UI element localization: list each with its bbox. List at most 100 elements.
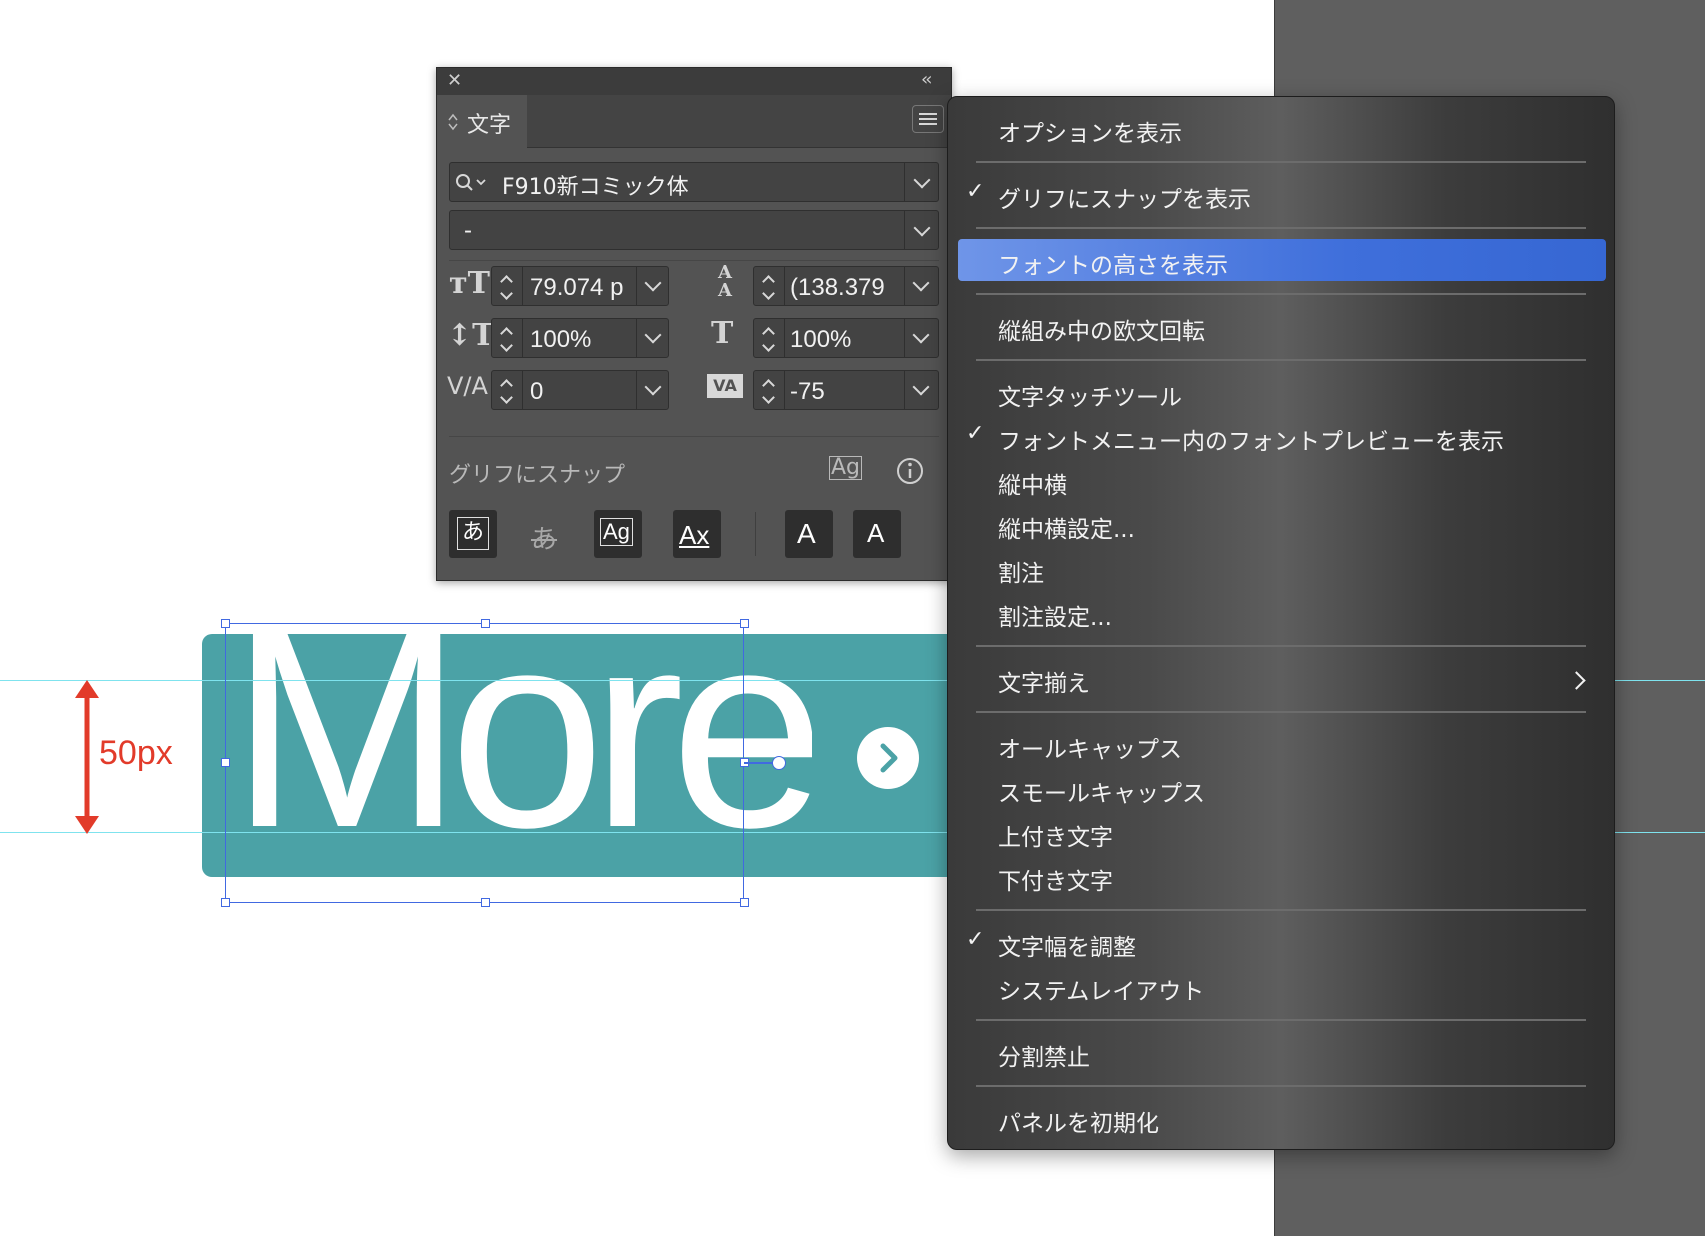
menu-item-warichu-settings[interactable]: 割注設定...: [998, 598, 1112, 632]
font-size-value[interactable]: 79.074 p: [530, 274, 634, 302]
spin-down-icon[interactable]: [500, 339, 513, 352]
chevron-down-icon[interactable]: [644, 378, 662, 396]
tracking-icon: VA: [707, 374, 743, 398]
snap-em-box-label: あ: [531, 525, 558, 555]
chevron-down-icon[interactable]: [912, 274, 930, 292]
checkmark-icon: ✓: [966, 179, 985, 204]
tab-label: 文字: [467, 113, 512, 138]
font-style-field[interactable]: -: [449, 210, 939, 250]
divider: [522, 371, 523, 409]
snap-x-height-button[interactable]: Ax: [673, 510, 721, 558]
menu-item-no-break[interactable]: 分割禁止: [998, 1038, 1090, 1072]
spin-up-icon[interactable]: [500, 379, 513, 392]
horizontal-scale-field[interactable]: 100%: [753, 318, 939, 358]
divider: [522, 319, 523, 357]
menu-item-show-font-height[interactable]: フォントの高さを表示: [998, 246, 1228, 280]
font-family-field[interactable]: F910新コミック体: [449, 162, 939, 202]
chevron-down-icon[interactable]: [912, 378, 930, 396]
menu-item-align[interactable]: 文字揃え: [998, 664, 1090, 698]
selection-handle[interactable]: [481, 619, 490, 628]
vertical-scale-field[interactable]: 100%: [491, 318, 669, 358]
snap-x-height-label: Ax: [679, 520, 710, 550]
selection-handle[interactable]: [221, 758, 230, 767]
divider: [755, 512, 756, 556]
font-size-field[interactable]: 79.074 p: [491, 266, 669, 306]
menu-item-subscript[interactable]: 下付き文字: [998, 862, 1113, 896]
info-icon[interactable]: [895, 456, 925, 486]
divider: [904, 211, 905, 249]
panel-tabbar: 文字: [437, 95, 951, 148]
selection-handle[interactable]: [481, 898, 490, 907]
close-icon[interactable]: ✕: [447, 70, 462, 91]
divider: [784, 267, 785, 305]
selection-handle[interactable]: [221, 619, 230, 628]
menu-separator: [976, 359, 1586, 361]
tracking-field[interactable]: -75: [753, 370, 939, 410]
snap-anchor-button[interactable]: A: [853, 510, 901, 558]
checkmark-icon: ✓: [966, 421, 985, 446]
chevron-down-icon[interactable]: [644, 274, 662, 292]
dimension-label: 50px: [99, 734, 173, 772]
divider: [904, 371, 905, 409]
spin-down-icon[interactable]: [500, 287, 513, 300]
menu-item-rotate-roman[interactable]: 縦組み中の欧文回転: [998, 312, 1205, 346]
selection-handle[interactable]: [740, 898, 749, 907]
menu-item-all-caps[interactable]: オールキャップス: [998, 730, 1182, 764]
chevron-down-icon[interactable]: [912, 326, 930, 344]
spin-up-icon[interactable]: [500, 275, 513, 288]
search-icon: [456, 174, 486, 191]
menu-item-system-layout[interactable]: システムレイアウト: [998, 972, 1204, 1006]
kerning-value[interactable]: 0: [530, 378, 634, 406]
selection-box[interactable]: [225, 623, 744, 903]
rotation-handle[interactable]: [772, 756, 786, 770]
selection-handle[interactable]: [740, 619, 749, 628]
snap-glyph-bounds-button[interactable]: Ag: [594, 510, 642, 558]
kerning-field[interactable]: 0: [491, 370, 669, 410]
spin-down-icon[interactable]: [762, 391, 775, 404]
menu-separator: [976, 1085, 1586, 1087]
spin-up-icon[interactable]: [762, 327, 775, 340]
menu-item-adjust-width[interactable]: 文字幅を調整: [998, 928, 1136, 962]
menu-item-tate-chu-yoko[interactable]: 縦中横: [998, 466, 1067, 500]
spin-up-icon[interactable]: [762, 379, 775, 392]
leading-icon: AA: [718, 262, 732, 301]
collapse-icon[interactable]: ‹‹: [921, 69, 933, 90]
snap-baseline-button[interactable]: あ: [449, 510, 497, 558]
menu-item-snap-to-glyph[interactable]: グリフにスナップを表示: [998, 180, 1251, 214]
panel-menu-button[interactable]: [912, 105, 944, 133]
horizontal-scale-value[interactable]: 100%: [790, 326, 900, 354]
spin-up-icon[interactable]: [500, 327, 513, 340]
menu-item-reset-panel[interactable]: パネルを初期化: [998, 1104, 1159, 1138]
divider: [904, 319, 905, 357]
tab-character[interactable]: 文字: [437, 95, 527, 148]
leading-field[interactable]: (138.379: [753, 266, 939, 306]
menu-item-warichu[interactable]: 割注: [998, 554, 1044, 588]
menu-item-small-caps[interactable]: スモールキャップス: [998, 774, 1205, 808]
menu-item-font-preview[interactable]: フォントメニュー内のフォントプレビューを表示: [998, 422, 1504, 456]
tracking-value[interactable]: -75: [790, 378, 900, 406]
menu-separator: [976, 161, 1586, 163]
stage: More 50px ✕ ‹‹ 文字 F910新コミック体 - ᴛT 79.074…: [0, 0, 1705, 1236]
spin-down-icon[interactable]: [500, 391, 513, 404]
panel-titlebar[interactable]: ✕ ‹‹: [437, 68, 951, 95]
spin-down-icon[interactable]: [762, 287, 775, 300]
menu-item-show-options[interactable]: オプションを表示: [998, 114, 1182, 148]
chevron-down-icon[interactable]: [644, 326, 662, 344]
menu-item-superscript[interactable]: 上付き文字: [998, 818, 1113, 852]
vertical-scale-value[interactable]: 100%: [530, 326, 634, 354]
snap-em-box-button[interactable]: あ: [523, 510, 571, 558]
snap-angular-guide-button[interactable]: A: [785, 510, 833, 558]
chevron-down-icon[interactable]: [913, 219, 931, 237]
glyph-snap-icon[interactable]: Ag: [829, 456, 863, 480]
selection-handle[interactable]: [221, 898, 230, 907]
menu-item-touch-tool[interactable]: 文字タッチツール: [998, 378, 1182, 412]
font-family-value[interactable]: F910新コミック体: [502, 169, 689, 201]
kerning-icon: V/A: [447, 372, 488, 400]
leading-value[interactable]: (138.379: [790, 274, 900, 302]
divider: [904, 267, 905, 305]
menu-item-tate-chu-yoko-settings[interactable]: 縦中横設定...: [998, 510, 1135, 544]
spin-down-icon[interactable]: [762, 339, 775, 352]
font-style-value[interactable]: -: [464, 217, 472, 245]
spin-up-icon[interactable]: [762, 275, 775, 288]
chevron-down-icon[interactable]: [913, 171, 931, 189]
